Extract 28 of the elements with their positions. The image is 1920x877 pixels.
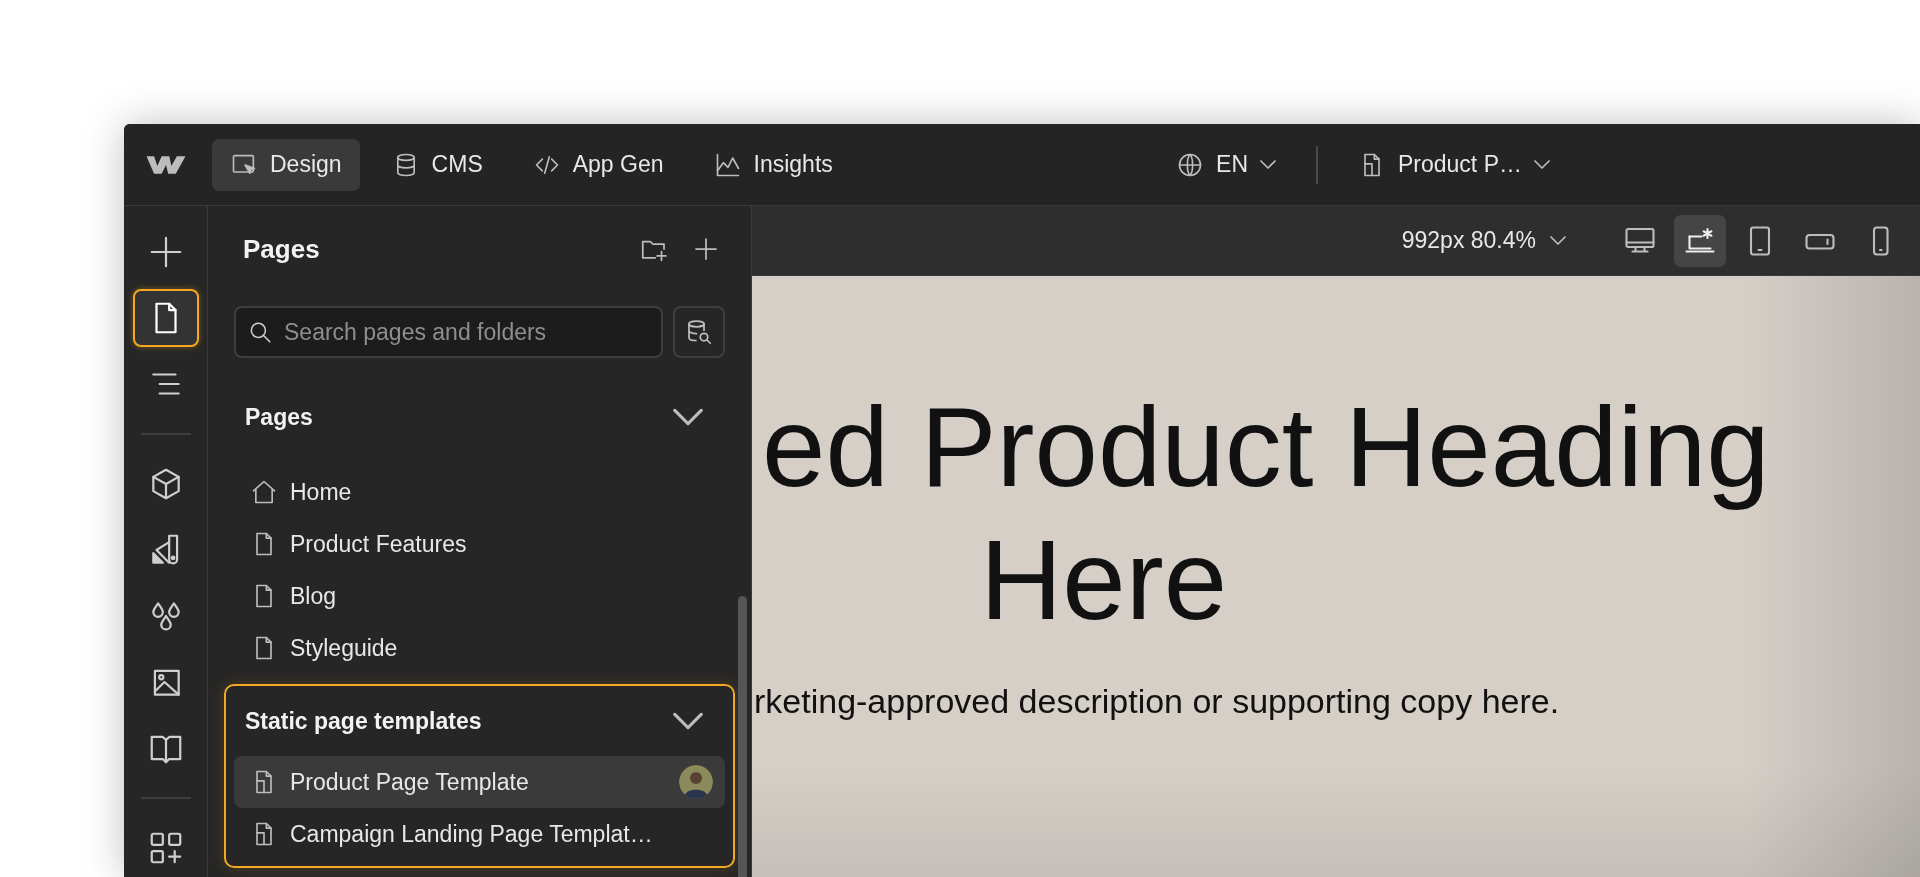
section-title: Static page templates [245,706,483,736]
chevron-down-icon [1534,160,1550,169]
page-heading: Here [980,515,1228,646]
nav-tab[interactable]: CMS [373,138,501,191]
page-description: rketing-approved description or supporting copy here. [754,681,1560,722]
page-heading: ed Product Heading [762,382,1770,512]
chevron-down-icon [1550,236,1566,245]
nav-tab[interactable]: App Gen [514,138,682,191]
home-icon [250,478,278,506]
page-dropdown[interactable]: Product P… [1348,141,1560,188]
viewport-size-dropdown[interactable]: 992px 80.4% [1395,222,1572,259]
chevron-down-icon [1260,160,1276,169]
language-dropdown[interactable]: EN [1166,141,1286,188]
page-item[interactable]: Home [234,466,725,518]
nav-tab[interactable]: Design [212,138,360,191]
breakpoint-button[interactable] [1674,214,1726,267]
scrollbar[interactable] [738,596,747,877]
page-item[interactable]: Campaign Landing Page Templat… [234,808,725,860]
database-search-button[interactable] [673,306,725,358]
page-button[interactable] [132,289,199,348]
section-title: Pages [245,402,314,432]
nav-tab[interactable]: Insights [695,138,851,191]
page-item[interactable]: Product Page Template [234,756,725,808]
page-item[interactable]: Styleguide [234,622,725,674]
search-field[interactable]: Search pages and folders [234,306,663,358]
page-item[interactable]: Product Features [234,518,725,570]
page-item[interactable]: Blog [234,570,725,622]
panel-title: Pages [242,232,321,266]
